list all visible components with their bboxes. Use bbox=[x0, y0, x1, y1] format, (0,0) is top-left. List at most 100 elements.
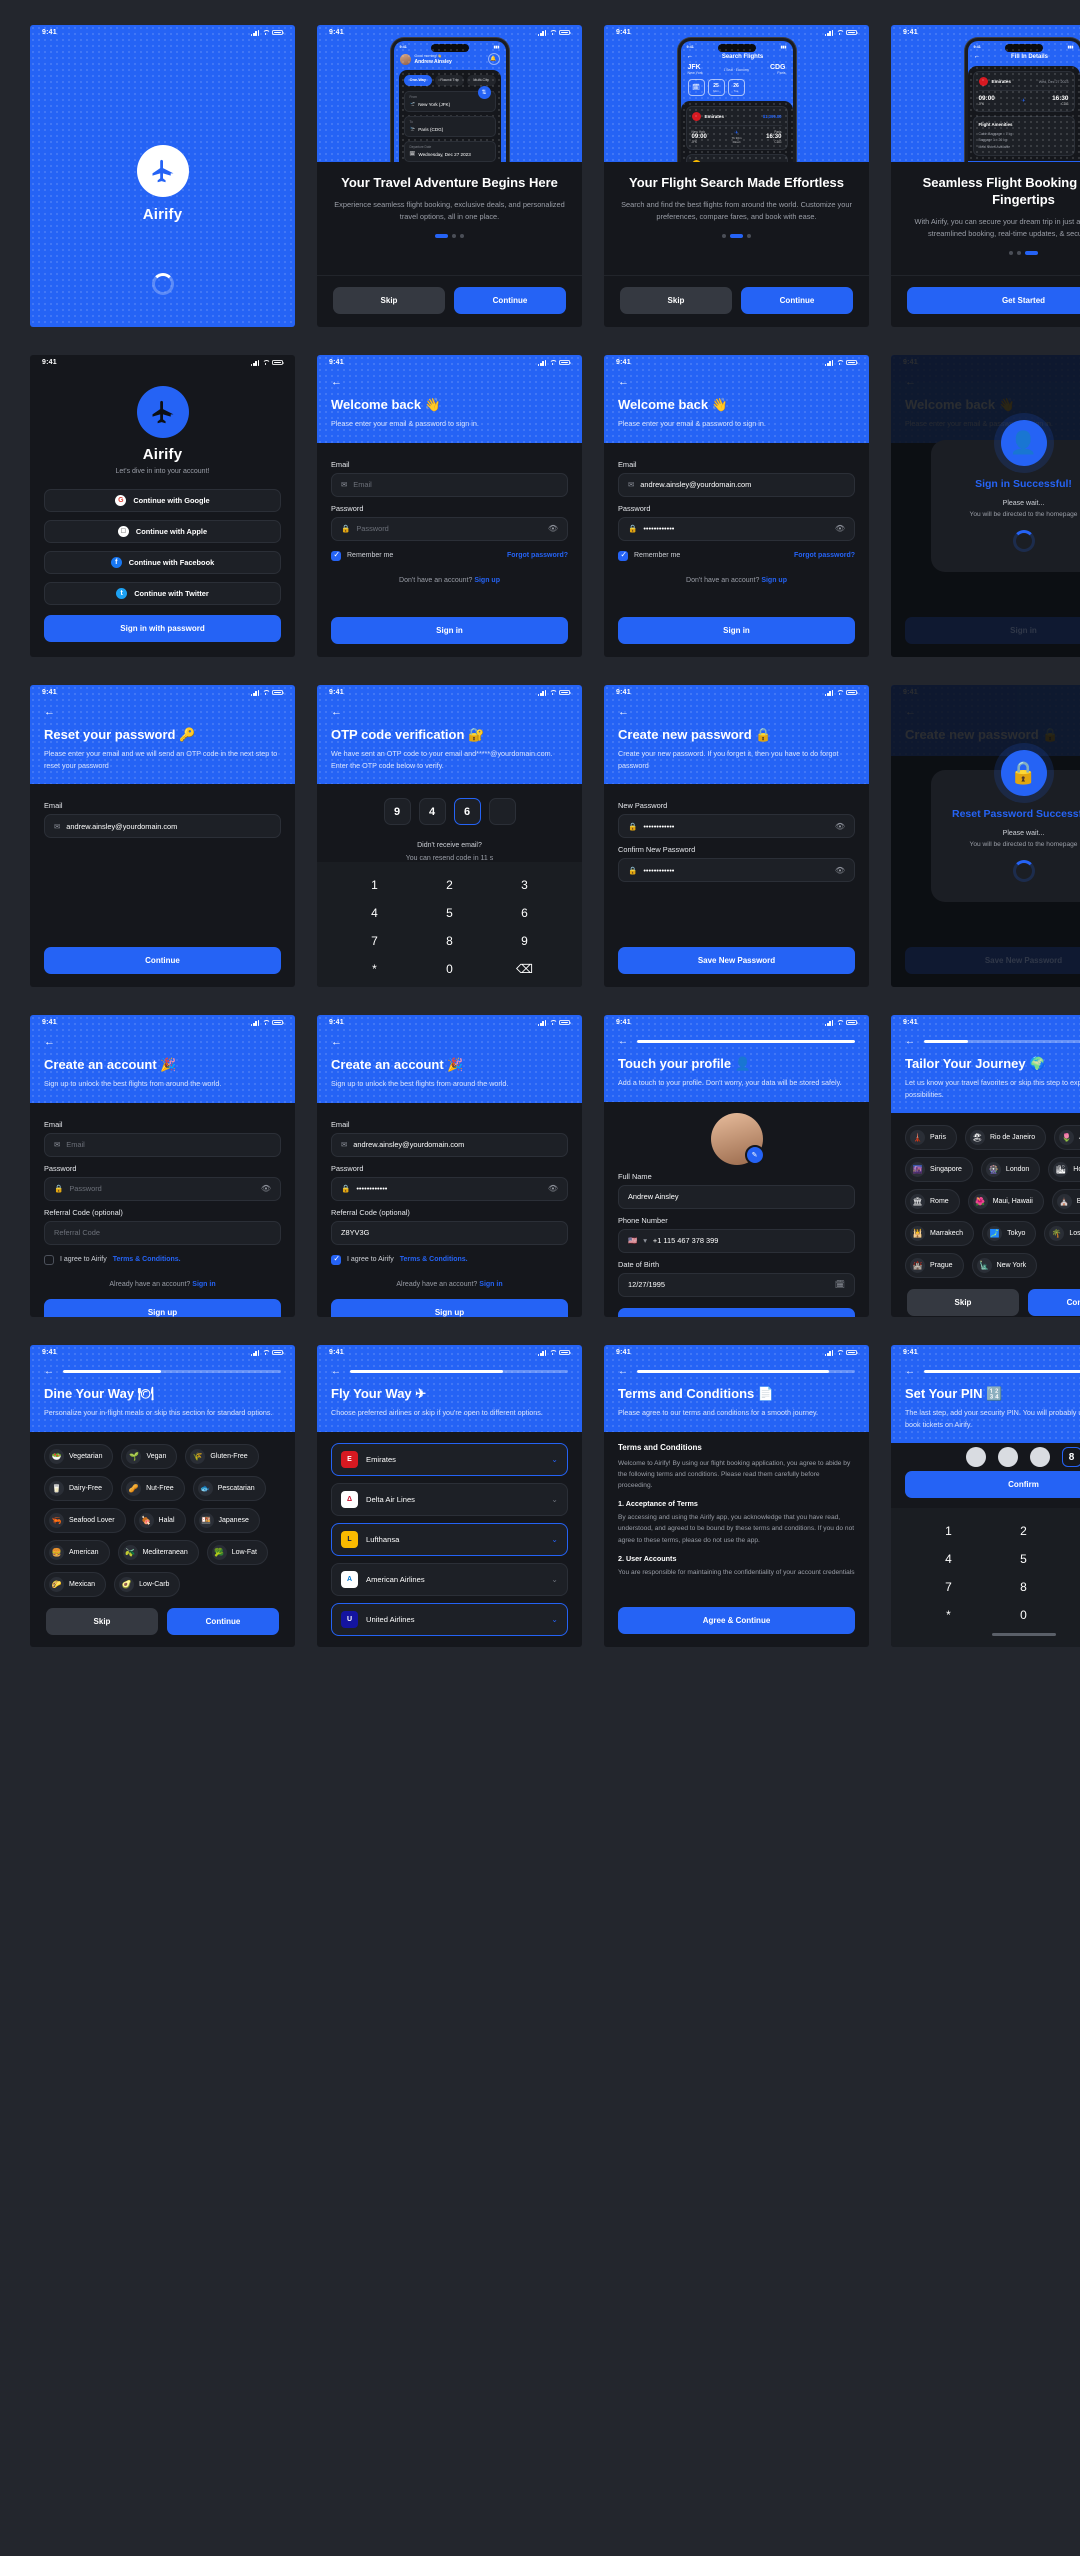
day-chip-1[interactable]: 25 Mon bbox=[707, 79, 725, 96]
remember-checkbox[interactable] bbox=[618, 550, 628, 561]
key-7[interactable]: 7 bbox=[911, 1573, 986, 1601]
back-icon[interactable]: ← bbox=[687, 53, 694, 60]
eye-icon[interactable]: 👁 bbox=[835, 822, 845, 831]
key-9[interactable]: 9 bbox=[1061, 1573, 1080, 1601]
new-password-input[interactable]: 🔒 •••••••••••• 👁 bbox=[618, 814, 855, 839]
chip-tokyo[interactable]: 🗾 Tokyo bbox=[982, 1221, 1037, 1247]
key-4[interactable]: 4 bbox=[911, 1545, 986, 1573]
chip-pescatarian[interactable]: 🐟 Pescatarian bbox=[192, 1475, 266, 1501]
chip-seafood-lover[interactable]: 🦐 Seafood Lover bbox=[44, 1507, 126, 1533]
skip-button[interactable]: Skip bbox=[907, 1289, 1019, 1317]
dot-2[interactable] bbox=[730, 233, 743, 238]
key-6[interactable]: 6 bbox=[1061, 1545, 1080, 1573]
eye-icon[interactable]: 👁 bbox=[548, 524, 558, 533]
key-8[interactable]: 8 bbox=[986, 1573, 1061, 1601]
chip-rome[interactable]: 🏛 Rome bbox=[905, 1189, 960, 1215]
back-icon[interactable]: ← bbox=[618, 1366, 628, 1377]
skip-button[interactable]: Skip bbox=[46, 1607, 158, 1635]
back-icon[interactable]: ← bbox=[974, 53, 981, 60]
key-backspace[interactable]: ⌫ bbox=[487, 955, 562, 983]
password-input[interactable]: 🔒 Password 👁 bbox=[331, 516, 568, 541]
agree-continue-button[interactable]: Agree & Continue bbox=[618, 1607, 855, 1634]
chip-mexican[interactable]: 🌮 Mexican bbox=[44, 1571, 107, 1597]
dot-3[interactable] bbox=[747, 233, 751, 238]
key-6[interactable]: 6 bbox=[487, 899, 562, 927]
pin-4[interactable]: 8 bbox=[1061, 1447, 1080, 1468]
sign-in-button[interactable]: Sign in bbox=[331, 617, 568, 644]
terms-link[interactable]: Terms & Conditions. bbox=[113, 1256, 181, 1263]
sign-in-button[interactable]: Sign in bbox=[618, 617, 855, 644]
chevron-down-icon[interactable]: ⌄ bbox=[551, 1495, 558, 1504]
chip-halal[interactable]: 🍖 Halal bbox=[133, 1507, 186, 1533]
chevron-down-icon[interactable]: ⌄ bbox=[551, 1575, 558, 1584]
key-7[interactable]: 7 bbox=[337, 927, 412, 955]
chevron-down-icon[interactable]: ⌄ bbox=[551, 1535, 558, 1544]
sign-up-link[interactable]: Sign up bbox=[761, 577, 787, 584]
back-icon[interactable]: ← bbox=[331, 1366, 341, 1377]
sign-up-button[interactable]: Sign up bbox=[331, 1298, 568, 1317]
chip-dairy-free[interactable]: 🥛 Dairy-Free bbox=[44, 1475, 114, 1501]
airline-row-lufthansa[interactable]: L Lufthansa ⌄ bbox=[331, 1522, 568, 1556]
chip-mediterranean[interactable]: 🫒 Mediterranean bbox=[117, 1539, 199, 1565]
chip-vegan[interactable]: 🌱 Vegan bbox=[121, 1443, 178, 1469]
email-input[interactable]: ✉ Email bbox=[331, 472, 568, 497]
key-3[interactable]: 3 bbox=[487, 871, 562, 899]
key-0[interactable]: 0 bbox=[986, 1601, 1061, 1629]
email-input[interactable]: ✉ Email bbox=[44, 1132, 281, 1157]
chip-japanese[interactable]: 🍱 Japanese bbox=[193, 1507, 260, 1533]
sign-in-link[interactable]: Sign in bbox=[479, 1281, 502, 1288]
terms-link[interactable]: Terms & Conditions. bbox=[400, 1256, 468, 1263]
email-input[interactable]: ✉ andrew.ainsley@yourdomain.com bbox=[618, 472, 855, 497]
phone-input[interactable]: 🇺🇸 ▾ +1 115 467 378 399 bbox=[618, 1228, 855, 1253]
pin-1[interactable] bbox=[965, 1447, 986, 1468]
back-icon[interactable]: ← bbox=[331, 1036, 342, 1048]
dob-input[interactable]: 12/27/1995 🗓 bbox=[618, 1272, 855, 1297]
referral-input[interactable]: Z8YV3G bbox=[331, 1220, 568, 1245]
key-0[interactable]: 0 bbox=[412, 955, 487, 983]
notification-bell-icon[interactable]: 🔔 bbox=[487, 53, 500, 65]
key-backspace[interactable]: ⌫ bbox=[1061, 1601, 1080, 1629]
segment-round-trip[interactable]: Round Trip bbox=[435, 75, 464, 86]
password-input[interactable]: 🔒 Password 👁 bbox=[44, 1176, 281, 1201]
key-5[interactable]: 5 bbox=[986, 1545, 1061, 1573]
key-4[interactable]: 4 bbox=[337, 899, 412, 927]
chevron-down-icon[interactable]: ▾ bbox=[643, 1236, 647, 1245]
chevron-down-icon[interactable]: ⌄ bbox=[551, 1455, 558, 1464]
chip-marrakech[interactable]: 🕌 Marrakech bbox=[905, 1221, 975, 1247]
dot-1[interactable] bbox=[1009, 251, 1013, 256]
continue-with-google-button[interactable]: G Continue with Google bbox=[44, 489, 281, 512]
chevron-down-icon[interactable]: ⌄ bbox=[551, 1615, 558, 1624]
dot-2[interactable] bbox=[452, 233, 456, 238]
chip-low-carb[interactable]: 🥑 Low-Carb bbox=[114, 1571, 181, 1597]
continue-with-twitter-button[interactable]: t Continue with Twitter bbox=[44, 582, 281, 605]
full-name-input[interactable]: Andrew Ainsley bbox=[618, 1184, 855, 1209]
otp-digit-4[interactable] bbox=[488, 798, 516, 826]
dot-3[interactable] bbox=[1025, 251, 1038, 256]
email-input[interactable]: ✉ andrew.ainsley@yourdomain.com bbox=[331, 1132, 568, 1157]
flight-card[interactable]: Lufthansa $1,199.00 New York bbox=[685, 154, 788, 162]
from-field[interactable]: From 🛫 New York (JFK) ⇅ bbox=[403, 85, 496, 112]
chip-low-fat[interactable]: 🥦 Low-Fat bbox=[206, 1539, 269, 1565]
back-icon[interactable]: ← bbox=[331, 706, 342, 718]
back-icon[interactable]: ← bbox=[618, 706, 629, 718]
airline-row-united[interactable]: U United Airlines ⌄ bbox=[331, 1602, 568, 1636]
chip-gluten-free[interactable]: 🌾 Gluten-Free bbox=[185, 1443, 259, 1469]
chip-paris[interactable]: 🗼 Paris bbox=[905, 1125, 957, 1151]
pin-2[interactable] bbox=[997, 1447, 1018, 1468]
confirm-password-input[interactable]: 🔒 •••••••••••• 👁 bbox=[618, 858, 855, 883]
key-1[interactable]: 1 bbox=[337, 871, 412, 899]
airline-row-delta[interactable]: Δ Delta Air Lines ⌄ bbox=[331, 1482, 568, 1516]
continue-button[interactable]: Continue bbox=[618, 1307, 855, 1317]
otp-digit-3[interactable]: 6 bbox=[453, 798, 481, 826]
key-2[interactable]: 2 bbox=[986, 1517, 1061, 1545]
skip-button[interactable]: Skip bbox=[620, 287, 732, 314]
referral-input[interactable]: Referral Code bbox=[44, 1220, 281, 1245]
eye-icon[interactable]: 👁 bbox=[261, 1184, 271, 1193]
segment-one-way[interactable]: One-Way bbox=[403, 75, 433, 86]
email-input[interactable]: ✉ andrew.ainsley@yourdomain.com bbox=[44, 814, 281, 839]
sign-up-link[interactable]: Sign up bbox=[474, 577, 500, 584]
chip-amsterdam[interactable]: 🌷Amsterdam bbox=[1054, 1125, 1080, 1151]
chip-rio[interactable]: 🏖 Rio de Janeiro bbox=[964, 1125, 1047, 1151]
dot-1[interactable] bbox=[722, 233, 726, 238]
remember-checkbox[interactable] bbox=[331, 550, 341, 561]
